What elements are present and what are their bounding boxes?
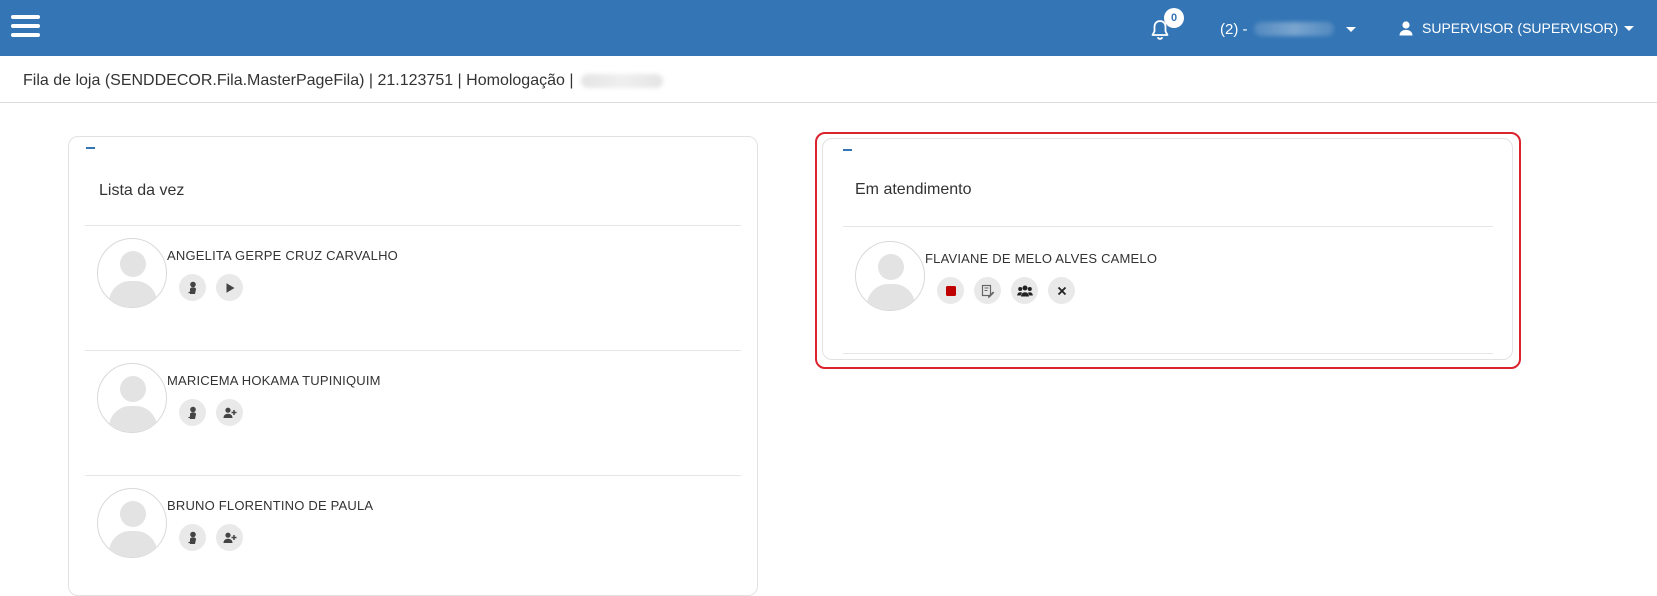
avatar xyxy=(97,363,167,433)
list-item: BRUNO FLORENTINO DE PAULA xyxy=(97,488,697,568)
add-person-icon[interactable] xyxy=(216,524,243,551)
avatar xyxy=(97,238,167,308)
store-selector-label: (2) - xyxy=(1220,20,1248,38)
group-icon[interactable] xyxy=(1011,277,1038,304)
top-bar: 0 (2) - SUPERVISOR (SUPERVISOR) xyxy=(0,0,1657,56)
person-icon[interactable] xyxy=(179,399,206,426)
divider xyxy=(85,350,741,351)
divider xyxy=(843,226,1493,227)
breadcrumb: Fila de loja (SENDDECOR.Fila.MasterPageF… xyxy=(23,72,664,90)
play-icon[interactable] xyxy=(216,274,243,301)
person-name: FLAVIANE DE MELO ALVES CAMELO xyxy=(925,251,1158,266)
chevron-down-icon xyxy=(1345,26,1356,32)
edit-icon[interactable] xyxy=(974,277,1001,304)
collapse-button[interactable] xyxy=(843,149,852,151)
breadcrumb-text: Fila de loja (SENDDECOR.Fila.MasterPageF… xyxy=(23,72,574,89)
avatar xyxy=(855,241,925,311)
divider xyxy=(843,353,1493,354)
list-item: FLAVIANE DE MELO ALVES CAMELO xyxy=(855,241,1475,321)
redacted-text xyxy=(581,74,664,88)
person-icon[interactable] xyxy=(179,274,206,301)
close-icon[interactable] xyxy=(1048,277,1075,304)
list-item: ANGELITA GERPE CRUZ CARVALHO xyxy=(97,238,697,318)
add-person-icon[interactable] xyxy=(216,399,243,426)
list-item: MARICEMA HOKAMA TUPINIQUIM xyxy=(97,363,697,443)
chevron-down-icon xyxy=(1624,25,1635,31)
panel-title: Lista da vez xyxy=(99,182,185,199)
attending-panel: Em atendimento FLAVIANE DE MELO ALVES CA… xyxy=(822,138,1513,360)
divider xyxy=(85,225,741,226)
menu-icon[interactable] xyxy=(11,15,40,37)
person-name: MARICEMA HOKAMA TUPINIQUIM xyxy=(167,373,381,388)
person-icon[interactable] xyxy=(179,524,206,551)
person-name: ANGELITA GERPE CRUZ CARVALHO xyxy=(167,248,398,263)
stop-icon[interactable] xyxy=(937,277,964,304)
notification-count-badge: 0 xyxy=(1164,8,1184,28)
store-selector[interactable]: (2) - xyxy=(1220,19,1356,39)
user-icon xyxy=(1399,21,1413,36)
avatar xyxy=(97,488,167,558)
breadcrumb-bar: Fila de loja (SENDDECOR.Fila.MasterPageF… xyxy=(0,56,1657,103)
user-menu[interactable]: SUPERVISOR (SUPERVISOR) xyxy=(1398,17,1635,39)
panel-title: Em atendimento xyxy=(855,181,972,198)
person-name: BRUNO FLORENTINO DE PAULA xyxy=(167,498,374,513)
redacted-store-name xyxy=(1253,22,1334,36)
queue-panel: Lista da vez ANGELITA GERPE CRUZ CARVALH… xyxy=(68,136,758,596)
divider xyxy=(85,475,741,476)
user-name: SUPERVISOR (SUPERVISOR) xyxy=(1422,20,1619,36)
collapse-button[interactable] xyxy=(86,147,95,149)
